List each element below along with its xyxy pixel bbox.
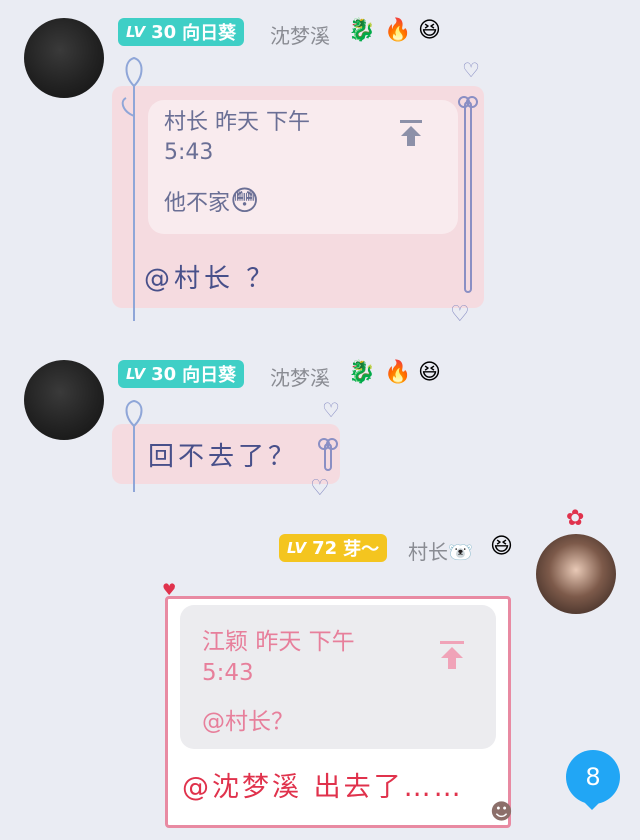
- message-text: 回不去了？: [148, 442, 299, 472]
- level-number: 30: [151, 21, 177, 43]
- flushed-face-icon: 😳: [230, 184, 260, 217]
- reply-time: 昨天 下午: [215, 110, 311, 135]
- level-number: 72: [312, 537, 338, 559]
- jump-to-message-icon[interactable]: [398, 118, 424, 148]
- level-title: 向日葵: [182, 365, 237, 386]
- message-text: @沈梦溪 出去了……: [182, 772, 464, 803]
- message-bubble[interactable]: 回不去了？: [112, 400, 340, 492]
- jump-to-message-icon[interactable]: [438, 639, 466, 671]
- laugh-icon: 😆: [418, 360, 441, 385]
- laugh-icon: 😆: [418, 18, 441, 43]
- level-prefix: LV: [126, 23, 146, 41]
- avatar-self[interactable]: [536, 534, 616, 614]
- level-badge: LV 30 向日葵: [118, 18, 245, 46]
- avatar-shen-mengxi[interactable]: [24, 360, 104, 440]
- unread-count-badge[interactable]: 8: [566, 750, 620, 804]
- heart-icon: ♡: [322, 398, 340, 422]
- reply-body: 他不家😳: [164, 186, 259, 219]
- level-prefix: LV: [126, 365, 146, 383]
- quoted-reply[interactable]: 江颖 昨天 下午 5:43 @村长？: [180, 605, 496, 749]
- dragon-icon: 🐉: [348, 360, 376, 385]
- message-text: @村长 ？: [144, 264, 277, 294]
- heart-icon: ♥: [162, 580, 177, 599]
- level-badge: LV 30 向日葵: [118, 360, 245, 388]
- level-badge: LV 72 芽～: [279, 534, 388, 562]
- heart-icon: ♡: [310, 476, 330, 501]
- unread-count: 8: [585, 763, 601, 791]
- reply-time: 昨天 下午: [255, 629, 355, 655]
- reply-header: 江颖 昨天 下午 5:43: [202, 627, 355, 689]
- dragon-icon: 🐉: [348, 18, 376, 43]
- fire-icon: 🔥: [384, 18, 412, 43]
- quoted-reply[interactable]: 村长 昨天 下午 5:43 他不家😳: [148, 100, 458, 234]
- reply-author: 江颖: [202, 629, 248, 655]
- flower-icon: ✿: [566, 506, 585, 531]
- bone-frame-icon: [318, 438, 338, 471]
- bone-frame-icon: [458, 96, 478, 293]
- message-bubble[interactable]: 江颖 昨天 下午 5:43 @村长？ @沈梦溪 出去了……: [165, 596, 511, 828]
- reply-header: 村长 昨天 下午 5:43: [164, 108, 310, 168]
- message-bubble[interactable]: 村长 昨天 下午 5:43 他不家😳 @村长 ？: [112, 56, 484, 321]
- level-title: 向日葵: [182, 23, 237, 44]
- sender-name[interactable]: 沈梦溪: [270, 362, 330, 391]
- badge-tail-icon: [582, 800, 602, 810]
- heart-icon: ♡: [462, 58, 480, 82]
- avatar-shen-mengxi[interactable]: [24, 18, 104, 98]
- level-number: 30: [151, 363, 177, 385]
- heart-icon: ♡: [450, 302, 470, 327]
- reply-time-clock: 5:43: [202, 660, 254, 686]
- level-prefix: LV: [287, 539, 307, 557]
- reply-author: 村长: [164, 110, 209, 135]
- sender-name[interactable]: 村长🐻‍❄️: [408, 536, 473, 565]
- reply-text: 他不家: [164, 191, 231, 216]
- sticker-girl-icon: ☻: [490, 800, 513, 825]
- laugh-icon: 😆: [490, 534, 513, 559]
- reply-time-clock: 5:43: [164, 140, 214, 165]
- fire-icon: 🔥: [384, 360, 412, 385]
- level-title: 芽～: [343, 539, 380, 560]
- sender-name[interactable]: 沈梦溪: [270, 20, 330, 49]
- reply-body: @村长？: [202, 709, 294, 735]
